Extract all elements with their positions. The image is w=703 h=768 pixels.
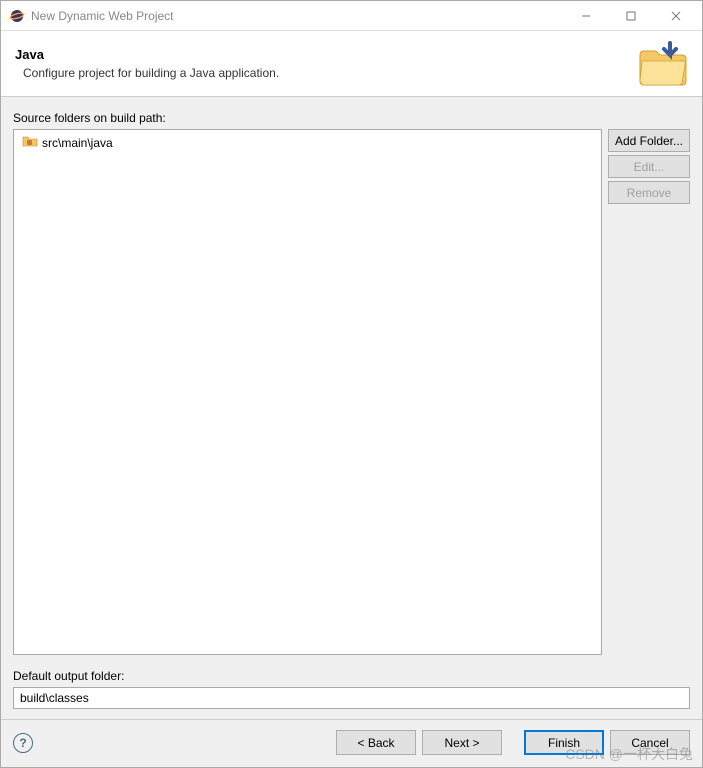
default-output-label: Default output folder:: [13, 669, 690, 683]
window-title: New Dynamic Web Project: [31, 9, 563, 23]
java-folder-icon: [638, 41, 688, 87]
help-icon[interactable]: ?: [13, 733, 33, 753]
eclipse-icon: [9, 8, 25, 24]
footer: ? < Back Next > Finish Cancel: [1, 719, 702, 767]
package-folder-icon: [22, 135, 38, 150]
wizard-banner: Java Configure project for building a Ja…: [1, 31, 702, 97]
next-button[interactable]: Next >: [422, 730, 502, 755]
content-area: Source folders on build path: src\main\j…: [1, 97, 702, 719]
add-folder-button[interactable]: Add Folder...: [608, 129, 690, 152]
banner-title: Java: [15, 47, 638, 62]
source-folders-tree[interactable]: src\main\java: [13, 129, 602, 655]
remove-button: Remove: [608, 181, 690, 204]
default-output-input[interactable]: [13, 687, 690, 709]
edit-button: Edit...: [608, 155, 690, 178]
cancel-button[interactable]: Cancel: [610, 730, 690, 755]
finish-button[interactable]: Finish: [524, 730, 604, 755]
titlebar: New Dynamic Web Project: [1, 1, 702, 31]
banner-description: Configure project for building a Java ap…: [15, 66, 638, 80]
tree-item[interactable]: src\main\java: [18, 134, 597, 151]
source-folders-label: Source folders on build path:: [13, 111, 690, 125]
tree-item-label: src\main\java: [42, 136, 113, 150]
back-button[interactable]: < Back: [336, 730, 416, 755]
minimize-button[interactable]: [563, 2, 608, 30]
close-button[interactable]: [653, 2, 698, 30]
maximize-button[interactable]: [608, 2, 653, 30]
